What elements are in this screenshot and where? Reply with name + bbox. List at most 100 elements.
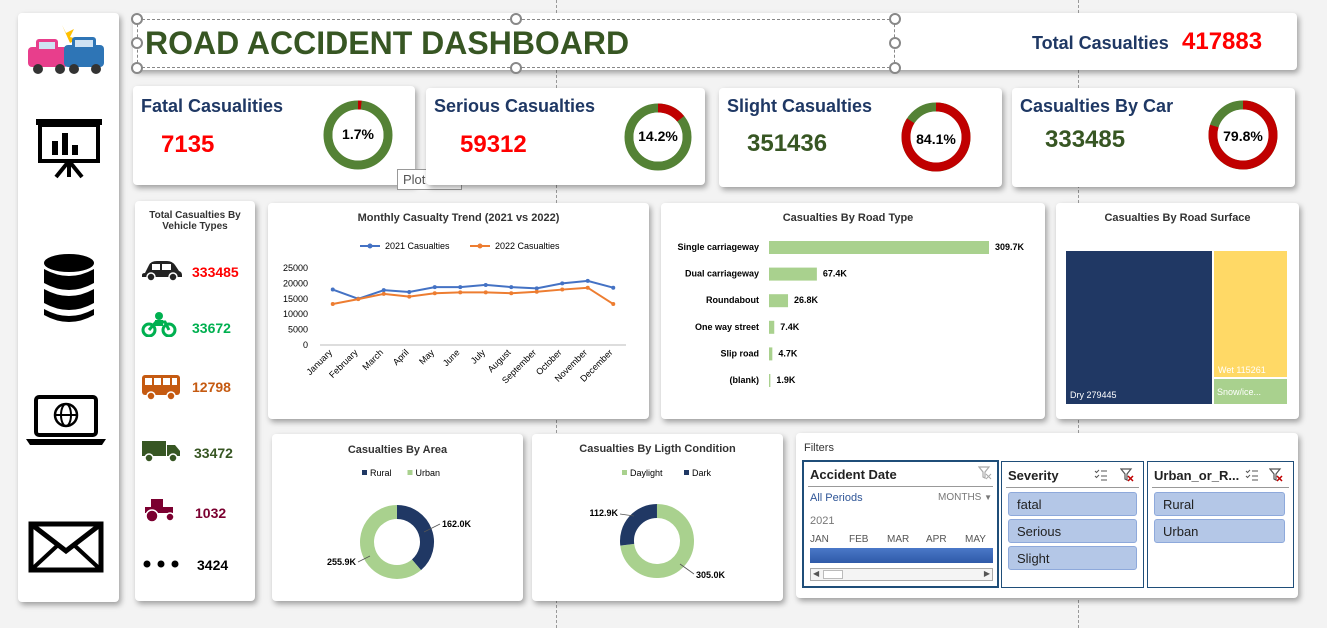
x-tick-label: July [469,347,488,366]
database-icon[interactable] [42,253,96,325]
scroll-thumb[interactable] [823,570,843,579]
presentation-chart-icon[interactable] [34,117,104,179]
envelope-icon[interactable] [28,521,104,573]
laptop-globe-icon[interactable] [24,393,108,449]
resize-handle[interactable] [510,62,522,74]
resize-handle[interactable] [131,62,143,74]
light-condition-chart[interactable]: Casualties By Ligth Condition Daylight Da… [532,434,783,601]
kpi-serious[interactable]: Serious Casualties 59312 14.2% [426,88,705,185]
legend-label: Daylight [630,468,663,478]
category-label: One way street [695,322,759,332]
category-label: Roundabout [706,295,759,305]
vehicle-value: 33672 [192,320,231,336]
car-crash-icon[interactable] [26,21,106,81]
slice-label: 162.0K [442,519,472,529]
kpi-value: 7135 [161,131,215,158]
slicer-item-rural[interactable]: Rural [1154,492,1285,516]
data-point [534,289,539,294]
all-periods-link[interactable]: All Periods [810,492,863,504]
road-surface-chart[interactable]: Casualties By Road Surface Dry 279445 We… [1056,203,1299,419]
data-point [483,290,488,295]
timeline-bar[interactable] [810,548,993,563]
total-casualties-value: 417883 [1182,28,1263,55]
timeline-month[interactable]: JAN [810,534,829,545]
slice-label: 305.0K [696,570,726,580]
vehicle-types-panel[interactable]: Total Casualties By Vehicle Types 333485… [135,201,255,601]
scroll-left-icon[interactable]: ◀ [813,569,819,578]
kpi-percent: 1.7% [342,126,374,142]
bar [769,267,817,281]
slicer-item-urban[interactable]: Urban [1154,519,1285,543]
data-point [585,278,590,283]
bar-value-label: 309.7K [995,242,1025,252]
road-type-chart[interactable]: Casualties By Road Type Single carriagew… [661,203,1045,419]
resize-handle[interactable] [889,62,901,74]
urban-rural-slicer[interactable]: Urban_or_R... Rural Urban [1147,461,1294,588]
resize-handle[interactable] [131,13,143,25]
timeline-month[interactable]: MAR [887,534,909,545]
y-tick-label: 20000 [283,278,308,288]
kpi-title: Fatal Casualities [141,96,284,116]
clear-filter-icon[interactable] [1120,468,1134,482]
kpi-fatal[interactable]: Fatal Casualities 7135 1.7% [133,86,415,185]
truck-icon [142,441,180,463]
accident-date-timeline[interactable]: Accident Date All Periods MONTHS ▼ 2021 … [802,460,999,588]
timeline-month[interactable]: FEB [849,534,868,545]
data-point [509,291,514,296]
data-point [407,294,412,299]
data-point [611,302,616,307]
data-point [356,297,361,302]
clear-filter-icon[interactable] [978,466,992,480]
data-point [432,285,437,290]
slicer-item-fatal[interactable]: fatal [1008,492,1137,516]
monthly-trend-chart[interactable]: Monthly Casualty Trend (2021 vs 2022) 20… [268,203,649,419]
timeline-scrollbar[interactable]: ◀ ▶ [810,568,993,581]
legend-label: Urban [416,468,441,478]
legend-marker [684,470,689,475]
timeline-month[interactable]: APR [926,534,947,545]
kpi-slight[interactable]: Slight Casualties 351436 84.1% [719,88,1002,187]
data-point [483,282,488,287]
scroll-right-icon[interactable]: ▶ [984,569,990,578]
area-chart[interactable]: Casualties By Area Rural Urban 162.0K 255.9… [272,434,523,601]
data-point [407,290,412,295]
bar-value-label: 26.8K [794,295,819,305]
bar-value-label: 1.9K [776,375,796,385]
resize-handle[interactable] [510,13,522,25]
slicer-item-serious[interactable]: Serious [1008,519,1137,543]
kpi-car[interactable]: Casualties By Car 333485 79.8% [1012,88,1295,187]
data-point [560,287,565,292]
vehicle-types-title: Total Casualties By Vehicle Types [149,210,241,232]
multi-select-icon[interactable] [1245,468,1259,482]
clear-filter-icon[interactable] [1269,468,1283,482]
vehicle-value: 12798 [192,379,231,395]
multi-select-icon[interactable] [1094,468,1108,482]
x-tick-label: February [327,347,360,380]
data-point [509,285,514,290]
bar [769,294,789,308]
resize-handle[interactable] [889,37,901,49]
data-point [381,288,386,293]
treemap-wet[interactable]: Wet 115261 [1214,251,1287,377]
category-label: Slip road [720,348,759,358]
resize-handle[interactable] [131,37,143,49]
resize-handle[interactable] [889,13,901,25]
bus-icon [142,375,180,401]
kpi-percent: 14.2% [638,128,678,144]
kpi-percent: 79.8% [1223,128,1263,144]
filters-panel: Filters Accident Date All Periods MONTHS… [796,433,1298,598]
vehicle-value: 33472 [194,445,233,461]
kpi-title: Slight Casualties [727,96,873,116]
treemap-dry[interactable]: Dry 279445 [1066,251,1212,404]
donut-slice [620,504,658,546]
slicer-item-slight[interactable]: Slight [1008,546,1137,570]
bar [769,320,775,334]
treemap-snow[interactable]: Snow/ice... [1214,379,1287,404]
series-line [332,286,614,306]
kpi-percent: 84.1% [916,131,956,147]
time-level-select[interactable]: MONTHS ▼ [938,492,992,503]
category-label: Dual carriageway [685,269,759,279]
kpi-title: Serious Casualties [434,96,596,116]
severity-slicer[interactable]: Severity fatal Serious Slight [1001,461,1144,588]
timeline-month[interactable]: MAY [965,534,986,545]
